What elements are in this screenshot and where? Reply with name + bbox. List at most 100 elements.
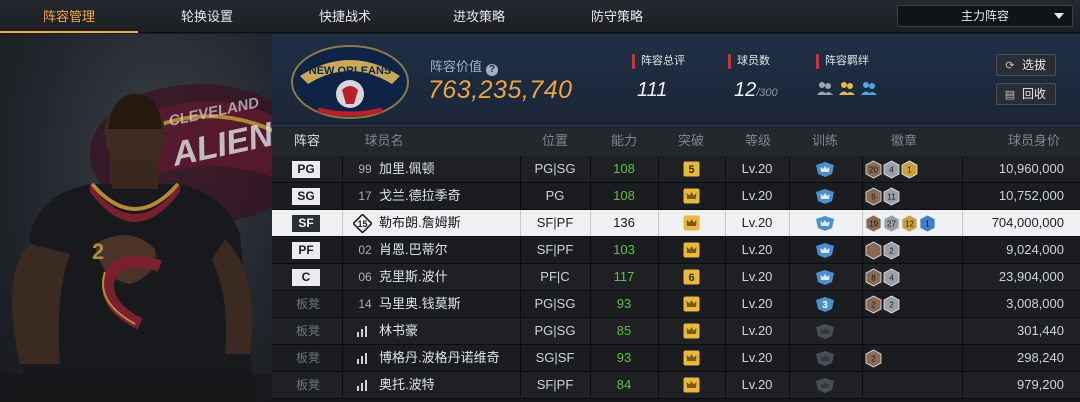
player-name[interactable]: 克里斯.波什 bbox=[379, 264, 448, 290]
signal-bars-icon bbox=[357, 380, 367, 391]
player-price: 3,008,000 bbox=[1006, 296, 1064, 311]
badge-list: 19 27 12 1 bbox=[865, 214, 936, 233]
col-price[interactable]: 球员身价 bbox=[990, 126, 1070, 156]
hexagon-badge-icon[interactable]: 8 bbox=[865, 268, 882, 287]
player-name[interactable]: 加里.佩顿 bbox=[379, 156, 435, 182]
player-level: Lv.20 bbox=[741, 377, 773, 392]
player-ability: 136 bbox=[613, 215, 635, 230]
chemistry-gold-icon[interactable] bbox=[838, 79, 856, 97]
player-name[interactable]: 勒布朗.詹姆斯 bbox=[379, 210, 461, 236]
hexagon-badge-icon[interactable]: 1 bbox=[919, 214, 936, 233]
shield-icon[interactable] bbox=[815, 161, 835, 178]
jersey-number: 06 bbox=[358, 270, 372, 284]
overall-stat: 阵容总评 111 bbox=[632, 54, 685, 102]
player-price: 979,200 bbox=[1017, 377, 1064, 392]
shield-icon[interactable] bbox=[815, 269, 835, 286]
hexagon-badge-icon[interactable]: 27 bbox=[883, 214, 900, 233]
svg-text:11: 11 bbox=[887, 193, 896, 202]
player-name[interactable]: 博格丹.波格丹诺维奇 bbox=[379, 345, 500, 371]
bench-label: 板凳 bbox=[295, 297, 320, 311]
hexagon-badge-icon[interactable]: 2 bbox=[865, 295, 882, 314]
tab-lineup-management[interactable]: 阵容管理 bbox=[0, 0, 138, 33]
tab-rotation-settings[interactable]: 轮换设置 bbox=[138, 0, 276, 33]
col-slot[interactable]: 阵容 bbox=[272, 126, 342, 156]
svg-text:2: 2 bbox=[871, 301, 876, 310]
player-name[interactable]: 戈兰.德拉季奇 bbox=[379, 183, 461, 209]
badge-list: 2 bbox=[865, 349, 882, 368]
crown-icon bbox=[683, 350, 700, 366]
player-name[interactable]: 马里奥.钱莫斯 bbox=[379, 291, 461, 317]
lineup-dropdown-label: 主力阵容 bbox=[960, 9, 1009, 23]
tab-defense-strategy[interactable]: 防守策略 bbox=[548, 0, 686, 33]
svg-text:5: 5 bbox=[688, 164, 694, 176]
badge-list: 6 11 bbox=[865, 187, 900, 206]
hexagon-badge-icon[interactable]: 2 bbox=[883, 295, 900, 314]
table-row[interactable]: PF 02 肖恩.巴蒂尔 SF|PF 103 Lv.20 2 9,024,000 bbox=[272, 237, 1080, 264]
table-row[interactable]: SG 17 戈兰.德拉季奇 PG 108 Lv.20 6 11 10,752,000 bbox=[272, 183, 1080, 210]
recycle-button[interactable]: ▤ 回收 bbox=[996, 83, 1056, 105]
hexagon-badge-icon[interactable]: 4 bbox=[883, 160, 900, 179]
player-name[interactable]: 肖恩.巴蒂尔 bbox=[379, 237, 448, 263]
lineup-dropdown[interactable]: 主力阵容 bbox=[897, 5, 1073, 27]
crown-icon bbox=[683, 377, 700, 393]
hexagon-badge-icon[interactable]: 2 bbox=[883, 241, 900, 260]
table-row[interactable]: PG 99 加里.佩顿 PG|SG 108 5 Lv.20 20 4 1 10,960,000 bbox=[272, 156, 1080, 183]
svg-text:6: 6 bbox=[688, 272, 694, 284]
player-price: 301,440 bbox=[1017, 323, 1064, 338]
crown-icon bbox=[683, 188, 700, 204]
shield-icon[interactable] bbox=[815, 188, 835, 205]
bench-label: 板凳 bbox=[295, 351, 320, 365]
hexagon-badge-icon[interactable]: 6 bbox=[865, 187, 882, 206]
table-row[interactable]: 板凳 林书豪 PG|SG 85 Lv.20 301,440 bbox=[272, 318, 1080, 345]
player-count-label: 球员数 bbox=[728, 54, 778, 69]
shield-icon[interactable] bbox=[815, 215, 835, 232]
col-ability[interactable]: 能力 bbox=[596, 126, 652, 156]
col-breakthrough[interactable]: 突破 bbox=[663, 126, 719, 156]
hexagon-badge-icon[interactable]: 2 bbox=[865, 349, 882, 368]
table-row[interactable]: 板凳 奥托.波特 SF|PF 84 Lv.20 979,200 bbox=[272, 372, 1080, 399]
hexagon-badge-icon[interactable]: 1 bbox=[901, 160, 918, 179]
team-logo-text: NEW ORLEANS bbox=[309, 65, 392, 77]
tab-quick-tactics[interactable]: 快捷战术 bbox=[276, 0, 414, 33]
badge-list: 20 4 1 bbox=[865, 160, 918, 179]
help-icon[interactable]: ? bbox=[486, 64, 499, 76]
player-name[interactable]: 林书豪 bbox=[379, 318, 418, 344]
hexagon-badge-icon[interactable]: 4 bbox=[883, 268, 900, 287]
shield-icon[interactable]: 3 bbox=[815, 296, 835, 313]
table-row[interactable]: 板凳 博格丹.波格丹诺维奇 SG|SF 93 Lv.20 2 298,240 bbox=[272, 345, 1080, 372]
select-button[interactable]: ⟳ 选拔 bbox=[996, 54, 1056, 76]
player-price: 10,960,000 bbox=[998, 161, 1064, 176]
shield-icon[interactable] bbox=[815, 377, 835, 394]
overall-value: 111 bbox=[637, 79, 668, 101]
col-level[interactable]: 等级 bbox=[730, 126, 786, 156]
player-portrait-image: CLEVELAND ALIEN 2 bbox=[0, 84, 272, 402]
col-badges[interactable]: 徽章 bbox=[876, 126, 932, 156]
player-price: 23,904,000 bbox=[998, 269, 1064, 284]
hexagon-badge-icon[interactable]: 19 bbox=[865, 214, 882, 233]
chemistry-players-icon[interactable] bbox=[816, 79, 834, 97]
shield-icon[interactable] bbox=[815, 323, 835, 340]
svg-text:2: 2 bbox=[889, 247, 894, 256]
hexagon-badge-icon[interactable]: 12 bbox=[901, 214, 918, 233]
chemistry-blue-icon[interactable] bbox=[860, 79, 878, 97]
table-row[interactable]: SF 15 勒布朗.詹姆斯 SF|PF 136 Lv.20 19 27 12 1 704,000,0… bbox=[272, 210, 1080, 237]
col-position[interactable]: 位置 bbox=[527, 126, 583, 156]
shield-icon[interactable] bbox=[815, 242, 835, 259]
player-level: Lv.20 bbox=[741, 215, 773, 230]
col-name[interactable]: 球员名 bbox=[354, 126, 414, 156]
player-ability: 103 bbox=[613, 242, 635, 257]
player-level: Lv.20 bbox=[741, 296, 773, 311]
tab-offense-strategy[interactable]: 进攻策略 bbox=[410, 0, 548, 33]
svg-text:27: 27 bbox=[887, 220, 896, 229]
player-count-max: /300 bbox=[756, 87, 778, 99]
svg-text:2: 2 bbox=[92, 239, 104, 264]
hexagon-badge-icon[interactable] bbox=[865, 241, 882, 260]
table-row[interactable]: C 06 克里斯.波什 PF|C 117 6 Lv.20 8 4 23,904,000 bbox=[272, 264, 1080, 291]
player-ability: 117 bbox=[613, 269, 635, 284]
hexagon-badge-icon[interactable]: 20 bbox=[865, 160, 882, 179]
hexagon-badge-icon[interactable]: 11 bbox=[883, 187, 900, 206]
player-name[interactable]: 奥托.波特 bbox=[379, 372, 435, 398]
col-training[interactable]: 训练 bbox=[797, 126, 853, 156]
table-row[interactable]: 板凳 14 马里奥.钱莫斯 PG|SG 93 Lv.20 3 2 2 3,008,000 bbox=[272, 291, 1080, 318]
shield-icon[interactable] bbox=[815, 350, 835, 367]
